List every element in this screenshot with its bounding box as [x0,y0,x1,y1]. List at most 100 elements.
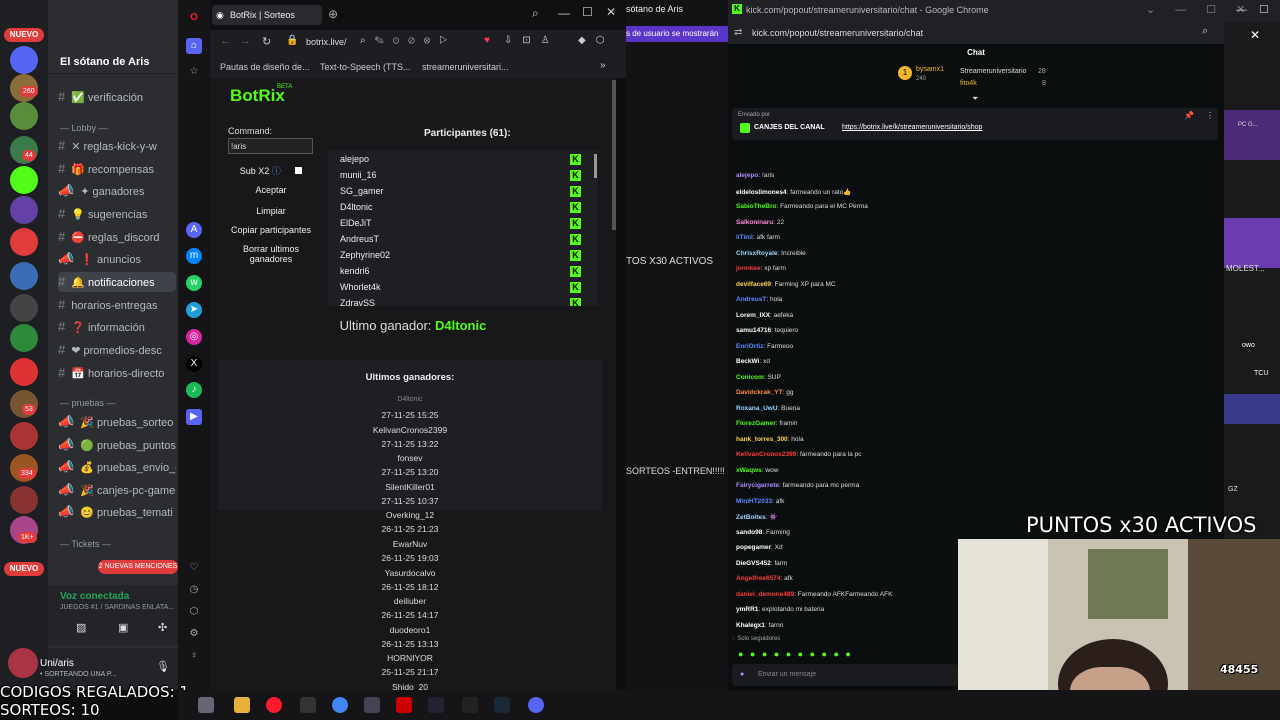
chat-username[interactable]: Khalegx1 [736,622,765,629]
borrar-ganadores-button[interactable]: Borrar ultimos ganadores [228,244,314,264]
chat-username[interactable]: popegamer [736,544,771,551]
emote-bar[interactable]: ● ● ● ● ● ● ● ● ● ● [738,649,853,659]
instagram-icon[interactable]: ◎ [186,329,202,345]
epic-games-icon[interactable] [462,697,478,713]
bookmark-item[interactable]: Text-to-Speech (TTS... [320,62,411,72]
search-icon[interactable]: ⌕ [532,6,539,21]
category-tickets[interactable]: — Tickets — [60,539,111,549]
chat-username[interactable]: xWaqws [736,467,762,474]
vscode-icon[interactable] [428,697,444,713]
aria-icon[interactable]: A [186,222,202,238]
chat-username[interactable]: ymRR1 [736,606,758,613]
server-icon[interactable] [10,294,38,322]
server-icon[interactable] [10,422,38,450]
taskbar-app-icon[interactable] [396,697,412,713]
chrome-url[interactable]: kick.com/popout/streameruniversitario/ch… [752,28,923,38]
extensions-icon[interactable]: ⇩⊡♙ [504,35,560,46]
server-icon[interactable] [10,196,38,224]
activities-icon[interactable]: ✣ [158,621,174,637]
file-explorer-icon[interactable] [234,697,250,713]
leaderboard-2-name[interactable]: Streameruniversitario [960,68,1027,75]
discord-icon[interactable] [528,697,544,713]
chat-username[interactable]: devilface69 [736,281,771,288]
server-icon[interactable] [10,46,38,74]
category-pruebas[interactable]: — pruebas — [60,398,116,408]
channel-reglas-kick[interactable]: # ✕ reglas-kick-y-w [58,136,176,156]
telegram-icon[interactable]: ➤ [186,302,202,318]
spotify-icon[interactable]: ♪ [186,382,202,398]
taskbar-app-icon[interactable] [198,697,214,713]
chat-username[interactable]: liTinii [736,234,753,241]
chat-username[interactable]: jonnkee [736,265,761,272]
channel-informacion[interactable]: # ❓ información [58,317,176,337]
screen-share-icon[interactable]: ▣ [118,621,134,637]
chat-username[interactable]: AndreusT [736,296,766,303]
chat-username[interactable]: KelivanCronos2399 [736,451,796,458]
channel-canjes-pc[interactable]: 📣 🎉 canjes-pc-game [58,480,176,500]
bulb-icon[interactable]: ♀ [186,648,202,664]
sub-x2-toggle[interactable]: Sub X2 ⓘ [228,164,314,177]
chat-username[interactable]: eldeloslimones4 [736,189,787,196]
chat-username[interactable]: ZetBoltes [736,514,766,521]
star-icon[interactable]: ☆ [186,64,202,80]
limpiar-button[interactable]: Limpiar [228,206,314,216]
kick-server-icon[interactable] [10,166,38,194]
bookmark-item[interactable]: streameruniversitari... [422,62,509,72]
chat-username[interactable]: MiniHT2033 [736,498,772,505]
home-icon[interactable]: ⌂ [186,38,202,54]
channel-sugerencias[interactable]: # 💡 sugerencias [58,204,176,224]
channel-pruebas-temati[interactable]: 📣 😊 pruebas_temati [58,502,176,522]
channel-horarios-directo[interactable]: # 📅 horarios-directo [58,363,176,383]
outer-window-controls-icon[interactable]: —☐✕ [1236,3,1280,16]
chat-username[interactable]: EnriOrtiz [736,343,763,350]
chat-username[interactable]: samu14716 [736,327,771,334]
participants-scrollbar[interactable] [594,154,597,178]
taskbar-app-icon[interactable] [300,697,316,713]
back-icon[interactable]: ← [220,35,231,47]
copiar-participantes-button[interactable]: Copiar participantes [228,225,314,235]
heart-icon[interactable]: ♡ [186,560,202,576]
channel-reglas-discord[interactable]: # ⛔ reglas_discord [58,227,176,247]
chat-username[interactable]: FlorezGamer [736,420,776,427]
chat-username[interactable]: daniel_demone489 [736,591,794,598]
chat-username[interactable]: Roxana_UwU [736,405,778,412]
new-tab-icon[interactable]: ⊕ [328,7,338,21]
mic-icon[interactable]: ● [740,671,744,678]
chat-username[interactable]: Lorem_IXX [736,312,770,319]
whatsapp-icon[interactable]: w [186,275,202,291]
leaderboard-3-name[interactable]: fito4k [960,80,977,87]
server-icon[interactable] [10,324,38,352]
tab-botrix[interactable]: ◉ BotRix | Sorteos [212,5,322,25]
opera-icon[interactable] [266,697,282,713]
chat-username[interactable]: hank_torres_300 [736,436,788,443]
history-icon[interactable]: ◷ [186,582,202,598]
address-actions-icon[interactable]: ⌕✎⊙⊘⊗▷ [360,35,456,46]
close-icon[interactable]: ✕ [606,5,616,19]
forward-icon[interactable]: → [240,35,251,47]
chat-username[interactable]: Davidckrak_YT [736,389,783,396]
server-name[interactable]: El sótano de Aris [48,52,178,74]
channel-pruebas-puntos[interactable]: 📣 🟢 pruebas_puntos [58,435,176,455]
leaderboard-1-name[interactable]: bysamx1 [916,66,944,73]
minimize-icon[interactable]: — [558,6,570,20]
category-lobby[interactable]: — Lobby — [60,123,108,133]
reload-icon[interactable]: ↻ [262,35,271,48]
mic-icon[interactable]: 🎙 [156,660,170,673]
server-icon[interactable] [10,486,38,514]
close-icon[interactable]: ✕ [1250,28,1260,42]
maximize-icon[interactable]: ☐ [582,5,593,19]
chat-username[interactable]: Angelfree6574 [736,575,780,582]
heart-icon[interactable]: ♥ [484,35,490,46]
bookmark-item[interactable]: Pautas de diseño de... [220,62,310,72]
command-input[interactable] [228,138,313,154]
steam-icon[interactable] [494,697,510,713]
opera-logo-icon[interactable]: O [186,10,202,26]
avatar[interactable] [8,648,38,678]
mentions-badge[interactable]: 2 NUEVAS MENCIONES [98,560,178,574]
server-icon[interactable] [10,358,38,386]
chat-username[interactable]: Conicom [736,374,764,381]
server-icon[interactable] [10,262,38,290]
chat-username[interactable]: alejepo [736,172,758,179]
chat-input[interactable]: ● Enviar un mensaje [732,664,958,686]
channel-notificaciones[interactable]: # 🔔 notificaciones [58,272,176,292]
